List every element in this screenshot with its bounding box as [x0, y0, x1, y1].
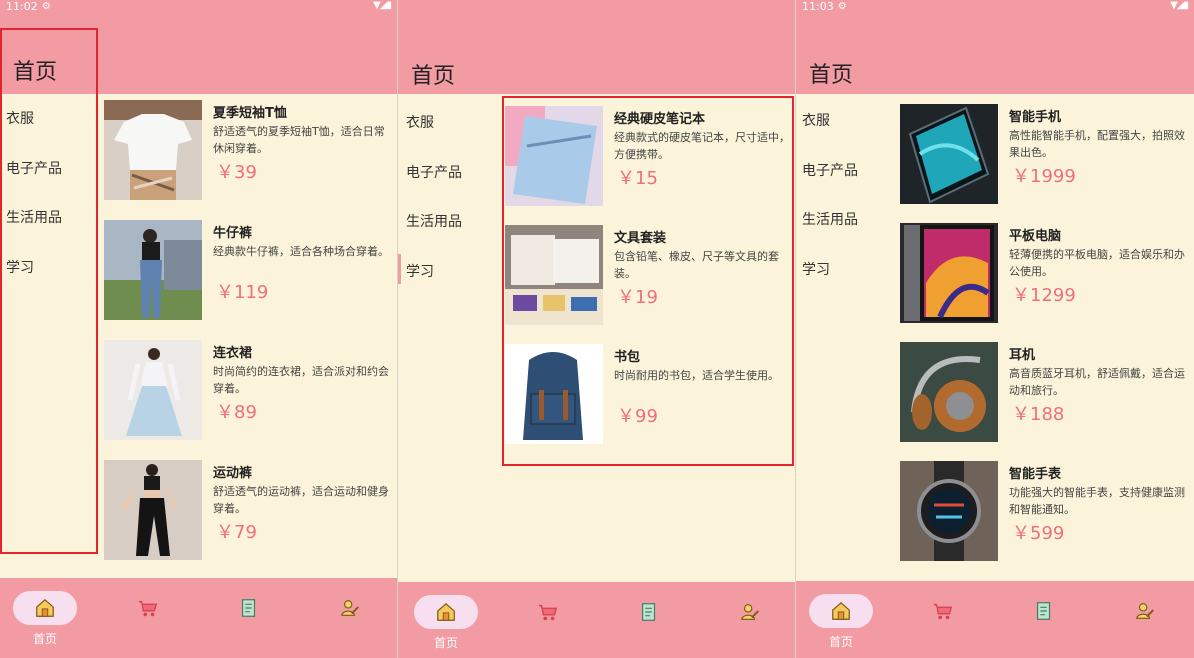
app-bar: 首页 — [796, 14, 1194, 94]
phone-screen-electronics: 11:03 ⚙ ▼◢▮ 首页 衣服 电子产品 生活用品 学习 智能手机 高性能智… — [796, 0, 1194, 658]
product-name: 运动裤 — [213, 466, 253, 481]
product-desc: 轻薄便携的平板电脑，适合娱乐和办公使用。 — [1009, 248, 1185, 278]
status-time: 11:03 — [802, 0, 834, 13]
category-sidebar: 衣服 电子产品 生活用品 学习 — [398, 94, 496, 578]
cart-icon — [538, 604, 558, 621]
product-desc: 舒适透气的夏季短袖T恤，适合日常休闲穿着。 — [213, 125, 385, 155]
product-price: ￥79 — [216, 522, 257, 543]
sidebar-item-electronics[interactable]: 电子产品 — [802, 160, 858, 180]
phone-screen-study: 首页 衣服 电子产品 生活用品 学习 经典硬皮笔记本 经典款式的硬皮笔记本，尺寸… — [398, 0, 796, 658]
product-desc: 舒适透气的运动裤，适合运动和健身穿着。 — [213, 485, 389, 515]
sidebar-item-daily[interactable]: 生活用品 — [406, 211, 462, 231]
product-image-sweatpants — [104, 460, 202, 560]
tab-cart[interactable] — [911, 594, 975, 628]
tab-home[interactable] — [414, 595, 478, 629]
profile-icon — [341, 600, 359, 616]
tab-orders[interactable] — [617, 595, 681, 629]
tab-home[interactable] — [13, 591, 77, 625]
list-item[interactable]: 耳机 高音质蓝牙耳机，舒适佩戴，适合运动和旅行。 ￥188 — [900, 342, 1192, 442]
app-bar: 首页 — [398, 14, 795, 94]
bottom-tab-bar: 首页 — [796, 581, 1194, 658]
product-price: ￥599 — [1012, 523, 1065, 544]
product-name: 智能手表 — [1009, 467, 1062, 482]
status-time: 11:02 — [6, 0, 38, 13]
profile-icon — [1136, 603, 1154, 619]
product-name: 牛仔裤 — [213, 226, 253, 241]
profile-icon — [741, 604, 759, 620]
home-icon — [36, 598, 54, 617]
tab-home[interactable] — [809, 594, 873, 628]
product-image-tshirt — [104, 100, 202, 200]
tab-orders[interactable] — [217, 591, 281, 625]
tab-cart[interactable] — [116, 591, 180, 625]
product-name: 智能手机 — [1009, 110, 1062, 125]
product-image-headphones — [900, 342, 998, 442]
product-desc: 高音质蓝牙耳机，舒适佩戴，适合运动和旅行。 — [1009, 367, 1185, 397]
list-item[interactable]: 牛仔裤 经典款牛仔裤，适合各种场合穿着。 ￥119 — [104, 220, 396, 320]
product-image-tablet — [900, 223, 998, 323]
orders-icon — [241, 599, 256, 617]
product-image-jeans — [104, 220, 202, 320]
product-desc: 功能强大的智能手表，支持健康监测和智能通知。 — [1009, 486, 1185, 516]
product-desc: 时尚简约的连衣裙，适合派对和约会穿着。 — [213, 365, 389, 395]
product-price: ￥39 — [216, 162, 257, 183]
settings-gear-icon: ⚙ — [41, 1, 51, 12]
sidebar-item-electronics[interactable]: 电子产品 — [406, 162, 462, 182]
orders-icon — [1036, 602, 1051, 620]
product-price: ￥119 — [216, 282, 269, 303]
category-sidebar: 衣服 电子产品 生活用品 学习 — [796, 94, 894, 578]
orders-icon — [641, 603, 656, 621]
status-bar — [398, 0, 795, 14]
product-name: 平板电脑 — [1009, 229, 1062, 244]
tab-home-label: 首页 — [433, 636, 458, 650]
sidebar-item-daily[interactable]: 生活用品 — [802, 209, 858, 229]
product-name: 耳机 — [1009, 348, 1036, 363]
cart-icon — [933, 603, 953, 620]
tab-home-label: 首页 — [828, 635, 853, 649]
tab-profile[interactable] — [1113, 594, 1177, 628]
home-icon — [832, 601, 850, 620]
product-name: 夏季短袖T恤 — [213, 106, 287, 121]
product-image-dress — [104, 340, 202, 440]
product-desc: 经典款牛仔裤，适合各种场合穿着。 — [213, 245, 389, 258]
tab-profile[interactable] — [318, 591, 382, 625]
bottom-tab-bar: 首页 — [398, 582, 795, 658]
list-item[interactable]: 智能手表 功能强大的智能手表，支持健康监测和智能通知。 ￥599 — [900, 461, 1192, 561]
settings-gear-icon: ⚙ — [837, 1, 847, 12]
product-price: ￥1299 — [1012, 285, 1076, 306]
product-name: 连衣裙 — [213, 346, 253, 361]
product-price: ￥89 — [216, 402, 257, 423]
list-item[interactable]: 平板电脑 轻薄便携的平板电脑，适合娱乐和办公使用。 ￥1299 — [900, 223, 1192, 323]
phone-screen-clothing: 11:02 ⚙ ▼◢▮ 首页 衣服 电子产品 生活用品 学习 夏季短袖T恤 舒适… — [0, 0, 398, 658]
tab-cart[interactable] — [516, 595, 580, 629]
tab-profile[interactable] — [718, 595, 782, 629]
product-image-smartwatch — [900, 461, 998, 561]
highlight-box-product-list — [502, 96, 794, 466]
status-bar: 11:03 ⚙ ▼◢▮ — [796, 0, 1194, 14]
product-price: ￥1999 — [1012, 166, 1076, 187]
product-desc: 高性能智能手机，配置强大，拍照效果出色。 — [1009, 129, 1185, 159]
list-item[interactable]: 连衣裙 时尚简约的连衣裙，适合派对和约会穿着。 ￥89 — [104, 340, 396, 440]
tab-home-label: 首页 — [32, 632, 57, 646]
home-icon — [437, 602, 455, 621]
active-indicator — [398, 254, 401, 284]
list-item[interactable]: 夏季短袖T恤 舒适透气的夏季短袖T恤，适合日常休闲穿着。 ￥39 — [104, 100, 396, 200]
sidebar-item-study[interactable]: 学习 — [406, 261, 434, 281]
tab-orders[interactable] — [1012, 594, 1076, 628]
list-item[interactable]: 运动裤 舒适透气的运动裤，适合运动和健身穿着。 ￥79 — [104, 460, 396, 560]
page-title: 首页 — [411, 64, 456, 89]
signal-battery-icon: ▼◢▮ — [373, 0, 392, 11]
signal-battery-icon: ▼◢▮ — [1170, 0, 1189, 11]
status-bar: 11:02 ⚙ ▼◢▮ — [0, 0, 397, 14]
sidebar-item-clothing[interactable]: 衣服 — [406, 112, 434, 132]
sidebar-item-clothing[interactable]: 衣服 — [802, 110, 830, 130]
list-item[interactable]: 智能手机 高性能智能手机，配置强大，拍照效果出色。 ￥1999 — [900, 104, 1192, 204]
product-price: ￥188 — [1012, 404, 1065, 425]
product-image-smartphone — [900, 104, 998, 204]
bottom-tab-bar: 首页 — [0, 578, 397, 658]
highlight-box-sidebar — [0, 28, 98, 554]
page-title: 首页 — [809, 63, 854, 88]
cart-icon — [138, 600, 158, 617]
sidebar-item-study[interactable]: 学习 — [802, 259, 830, 279]
